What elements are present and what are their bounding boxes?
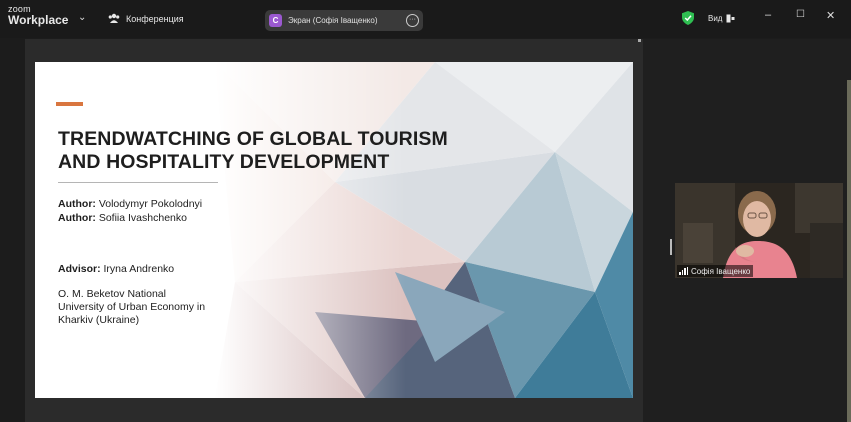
advisor-line: Advisor: Iryna Andrenko — [58, 263, 174, 276]
author2-label: Author: — [58, 212, 96, 224]
author-line-1: Author: Volodymyr Pokolodnyi — [58, 198, 202, 211]
sidebar-edge — [847, 80, 851, 422]
institution-line2: University of Urban Economy in — [58, 301, 206, 313]
conference-label: Конференция — [126, 13, 184, 24]
participant-video — [675, 183, 843, 278]
slide-title-line2: AND HOSPITALITY DEVELOPMENT — [58, 151, 390, 173]
slide-background-graphic — [35, 62, 633, 398]
participant-name: Софія Іващенко — [691, 266, 751, 276]
shield-icon[interactable] — [682, 11, 694, 25]
top-bar: zoom Workplace ⌄ Конференция C Экран (Со… — [0, 0, 851, 38]
maximize-icon[interactable]: ☐ — [796, 9, 805, 20]
screen-share-pill[interactable]: C Экран (Софія Іващенко) ··· — [265, 10, 423, 31]
minimize-icon[interactable]: – — [765, 9, 771, 21]
participants-icon — [108, 13, 120, 23]
brand-bottom: Workplace — [8, 13, 69, 27]
participant-video-tile[interactable] — [675, 183, 843, 278]
screen-badge: C — [269, 14, 282, 27]
conference-button[interactable]: Конференция — [108, 13, 184, 24]
institution-line1: O. M. Beketov National — [58, 288, 166, 300]
author2-name: Sofiia Ivashchenko — [98, 212, 187, 224]
slide-title: TRENDWATCHING OF GLOBAL TOURISM AND HOSP… — [58, 128, 498, 174]
title-divider — [58, 182, 218, 183]
more-icon[interactable]: ··· — [406, 14, 419, 27]
app-logo[interactable]: zoom Workplace — [8, 4, 68, 26]
participant-name-tag: Софія Іващенко — [677, 265, 754, 277]
screen-label: Экран (Софія Іващенко) — [288, 16, 378, 25]
author-line-2: Author: Sofiia Ivashchenko — [58, 212, 187, 225]
tile-resize-handle[interactable] — [670, 239, 672, 255]
view-icon — [726, 14, 735, 23]
presentation-slide: TRENDWATCHING OF GLOBAL TOURISM AND HOSP… — [35, 62, 633, 398]
author1-label: Author: — [58, 198, 96, 210]
institution: O. M. Beketov National University of Urb… — [58, 288, 205, 327]
share-corner-marker — [638, 39, 641, 42]
close-icon[interactable]: ✕ — [826, 9, 835, 22]
author1-name: Volodymyr Pokolodnyi — [98, 198, 203, 210]
institution-line3: Kharkiv (Ukraine) — [58, 314, 140, 326]
chevron-down-icon[interactable]: ⌄ — [78, 12, 86, 23]
view-button[interactable]: Вид — [708, 14, 735, 23]
slide-title-line1: TRENDWATCHING OF GLOBAL TOURISM — [58, 128, 448, 150]
advisor-label: Advisor: — [58, 263, 101, 275]
view-label: Вид — [708, 14, 723, 23]
signal-icon — [679, 267, 688, 275]
advisor-name: Iryna Andrenko — [103, 263, 175, 275]
title-accent-bar — [56, 102, 83, 106]
